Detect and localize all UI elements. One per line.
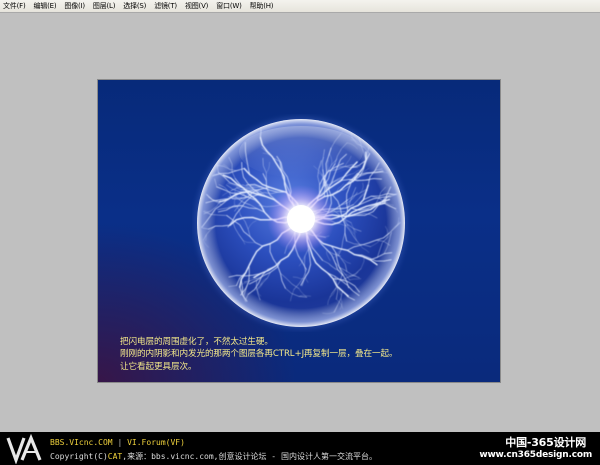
footer-separator: |: [117, 438, 123, 447]
plasma-orb-image: [195, 117, 407, 329]
menu-select[interactable]: 选择(S): [119, 1, 150, 11]
menu-filter[interactable]: 滤镜(T): [150, 1, 181, 11]
watermark-site-name: 中国-365设计网: [505, 436, 586, 449]
menu-file[interactable]: 文件(F): [0, 1, 30, 11]
copyright-rest: ,来源：bbs.vicnc.com,创意设计论坛 - 国内设计人第一交流平台。: [122, 452, 377, 461]
tutorial-caption: 把闪电层的周围虚化了，不然太过生硬。 刚刚的内阴影和内发光的那两个图层各再CTR…: [120, 336, 398, 373]
copyright-brand: CAT: [107, 452, 123, 461]
caption-line-3: 让它看起更具层次。: [120, 361, 197, 372]
menu-edit[interactable]: 编辑(E): [30, 1, 61, 11]
va-logo-icon: [6, 434, 42, 464]
document-canvas[interactable]: 把闪电层的周围虚化了，不然太过生硬。 刚刚的内阴影和内发光的那两个图层各再CTR…: [98, 80, 500, 382]
forum-link[interactable]: VI.Forum(VF): [127, 438, 185, 447]
menu-help[interactable]: 帮助(H): [246, 1, 278, 11]
copyright-prefix: Copyright(C): [50, 452, 108, 461]
caption-line-1: 把闪电层的周围虚化了，不然太过生硬。: [120, 337, 273, 347]
menu-window[interactable]: 窗口(W): [212, 1, 245, 11]
watermark-url: www.cn365design.com: [479, 450, 592, 460]
footer-bar: BBS.VIcnc.COM | VI.Forum(VF) Copyright(C…: [0, 432, 600, 465]
menu-bar: 文件(F) 编辑(E) 图像(I) 图层(L) 选择(S) 滤镜(T) 视图(V…: [0, 0, 600, 13]
menu-image[interactable]: 图像(I): [60, 1, 89, 11]
site-link[interactable]: BBS.VIcnc.COM: [50, 438, 113, 447]
menu-layer[interactable]: 图层(L): [89, 1, 119, 11]
caption-line-2: 刚刚的内阴影和内发光的那两个图层各再CTRL+J再复制一层，叠在一起。: [120, 349, 398, 360]
menu-view[interactable]: 视图(V): [181, 1, 212, 11]
copyright-text: Copyright(C)CAT,来源：bbs.vicnc.com,创意设计论坛 …: [50, 451, 377, 462]
orb-highlight: [239, 126, 363, 178]
orb-core: [287, 205, 315, 233]
footer-links: BBS.VIcnc.COM | VI.Forum(VF): [50, 438, 185, 447]
